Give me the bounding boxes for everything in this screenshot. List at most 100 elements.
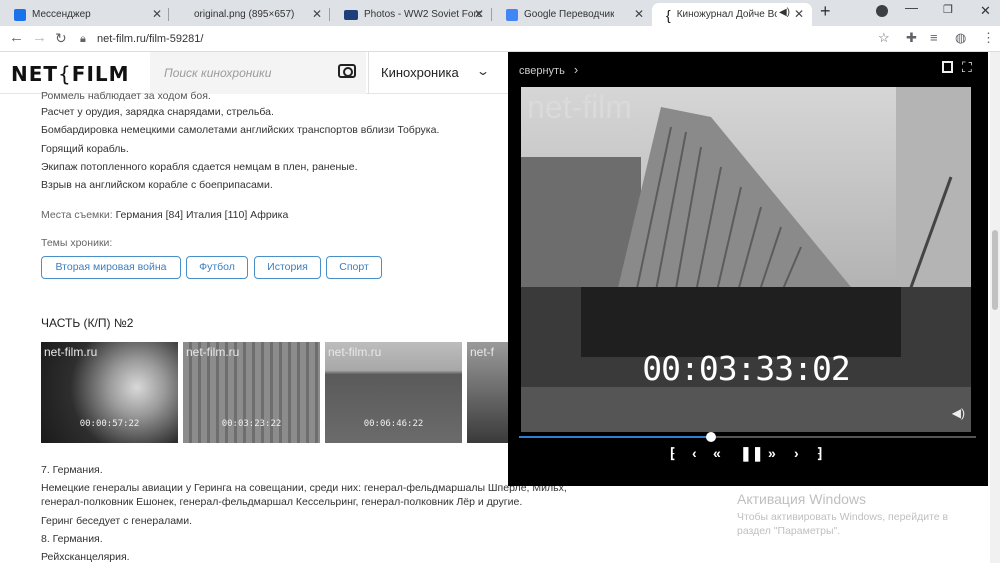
- theme-tag-history[interactable]: История: [254, 256, 321, 279]
- description-line: 8. Германия.: [41, 533, 103, 545]
- tab-newsreel[interactable]: { Киножурнал Дойче Вохенш ◀) ✕: [652, 3, 812, 26]
- netfilm-favicon-icon: {: [666, 6, 671, 23]
- extensions-puzzle-icon[interactable]: ✚: [906, 31, 917, 45]
- logo-brace: {: [58, 62, 72, 86]
- activation-line: раздел "Параметры".: [737, 525, 841, 537]
- address-bar[interactable]: net-film.ru/film-59281/: [97, 29, 917, 49]
- thumbnail-3[interactable]: net-film.ru 00:06:46:22: [325, 342, 462, 443]
- collapse-player-button[interactable]: свернуть ›: [519, 62, 578, 77]
- thumbnail-strip: net-film.ru 00:00:57:22 net-film.ru 00:0…: [41, 342, 511, 443]
- fullscreen-icon[interactable]: ⛶: [962, 59, 972, 76]
- description-line: Бомбардировка немецкими самолетами англи…: [41, 124, 440, 136]
- tab-title: original.png (895×657): [194, 9, 295, 20]
- category-select[interactable]: Кинохроника ⌄: [368, 52, 498, 94]
- description-line: Рейхсканцелярия.: [41, 551, 130, 563]
- activation-line: Чтобы активировать Windows, перейдите в: [737, 511, 949, 523]
- progress-bar[interactable]: [519, 432, 976, 442]
- profile-avatar-icon[interactable]: ◍: [955, 31, 966, 45]
- category-select-value: Кинохроника: [381, 65, 459, 80]
- chrome-menu-dropdown-icon[interactable]: [876, 5, 888, 17]
- description-line: 7. Германия.: [41, 464, 103, 476]
- tab-close-icon[interactable]: ✕: [634, 7, 644, 21]
- tab-google-translate[interactable]: Google Переводчик ✕: [492, 3, 652, 26]
- part-title: ЧАСТЬ (К/П) №2: [41, 316, 134, 330]
- new-tab-plus-icon[interactable]: +: [820, 1, 831, 22]
- mini-player-icon[interactable]: [942, 61, 953, 73]
- thumbnail-timecode: 00:00:57:22: [79, 419, 140, 429]
- browser-toolbar: ← → ↻ 🔒︎ net-film.ru/film-59281/ ☆ ✚ ≡ ◍…: [0, 26, 1000, 52]
- video-player: свернуть › ⛶ net-film 00:03:33:02 ◀) ⁅ ‹…: [508, 52, 988, 486]
- theme-tag-ww2[interactable]: Вторая мировая война: [41, 256, 181, 279]
- description-line: Расчет у орудия, зарядка снарядами, стре…: [41, 106, 274, 118]
- tab-original-png[interactable]: original.png (895×657) ✕: [170, 3, 330, 26]
- description-line: Горящий корабль.: [41, 143, 129, 155]
- go-to-start-icon[interactable]: ⁅: [670, 445, 675, 462]
- tab-close-icon[interactable]: ✕: [794, 7, 804, 21]
- scrollbar-thumb[interactable]: [992, 230, 998, 310]
- logo-text-left: NET: [11, 62, 59, 86]
- tab-title: Google Переводчик: [524, 9, 615, 20]
- thumbnail-1[interactable]: net-film.ru 00:00:57:22: [41, 342, 178, 443]
- restore-window-icon[interactable]: ❐: [943, 3, 953, 16]
- windows-activation-notice: Активация Windows Чтобы активировать Win…: [737, 491, 948, 538]
- theme-tag-sport[interactable]: Спорт: [326, 256, 382, 279]
- description-line: Взрыв на английском корабле с боеприпаса…: [41, 179, 273, 191]
- activation-title: Активация Windows: [737, 491, 867, 507]
- theme-tags: Вторая мировая война Футбол История Спор…: [41, 256, 501, 280]
- pause-icon[interactable]: ❚❚: [740, 445, 763, 462]
- more-menu-icon[interactable]: ⋮: [982, 31, 995, 45]
- rewind-icon[interactable]: «: [713, 445, 721, 461]
- collapse-label: свернуть: [519, 65, 565, 77]
- bookmark-star-icon[interactable]: ☆: [878, 31, 890, 45]
- tab-messenger[interactable]: Мессенджер ✕: [0, 3, 170, 26]
- camera-search-icon[interactable]: [338, 64, 356, 78]
- tab-title: Photos - WW2 Soviet Forces: [364, 9, 482, 20]
- net-film-logo[interactable]: NET{FILM: [11, 62, 130, 86]
- places-links[interactable]: Германия [84] Италия [110] Африка: [116, 209, 289, 221]
- thumbnail-watermark: net-film.ru: [44, 345, 98, 359]
- description-line: генерал-полковник Ешонек, генерал-фельдм…: [41, 496, 523, 508]
- progress-handle[interactable]: [705, 432, 716, 442]
- tab-close-icon[interactable]: ✕: [152, 7, 162, 21]
- video-frame[interactable]: net-film 00:03:33:02 ◀): [521, 87, 971, 432]
- progress-fill: [519, 436, 711, 438]
- description-line: Геринг беседует с генералами.: [41, 515, 193, 527]
- video-watermark: net-film: [527, 89, 632, 125]
- fast-forward-icon[interactable]: »: [768, 445, 776, 461]
- volume-icon[interactable]: ◀): [952, 406, 965, 420]
- search-box[interactable]: Поиск кинохроники: [150, 52, 366, 94]
- search-input[interactable]: Поиск кинохроники: [164, 66, 271, 80]
- chevron-right-icon: ›: [573, 62, 579, 77]
- close-window-icon[interactable]: ✕: [980, 3, 991, 19]
- tab-title: Киножурнал Дойче Вохенш: [676, 9, 777, 20]
- audio-playing-icon[interactable]: ◀): [779, 7, 790, 18]
- chevron-down-icon: ⌄: [475, 64, 491, 78]
- tab-ww2-photos[interactable]: Photos - WW2 Soviet Forces ✕: [330, 3, 492, 26]
- messenger-favicon-icon: [14, 8, 26, 21]
- back-arrow-icon[interactable]: ←: [9, 30, 24, 46]
- tab-close-icon[interactable]: ✕: [312, 7, 322, 21]
- forward-arrow-icon[interactable]: →: [32, 30, 47, 46]
- reload-icon[interactable]: ↻: [55, 30, 67, 46]
- next-frame-icon[interactable]: ›: [794, 445, 799, 461]
- logo-text-right: FILM: [71, 62, 130, 86]
- theme-tag-football[interactable]: Футбол: [186, 256, 248, 279]
- thumbnail-2[interactable]: net-film.ru 00:03:23:22: [183, 342, 320, 443]
- thumbnail-watermark: net-film.ru: [328, 345, 382, 359]
- themes-label: Темы хроники:: [41, 237, 113, 249]
- lock-icon[interactable]: 🔒︎: [80, 32, 86, 46]
- description-line: Роммель наблюдает за ходом боя.: [41, 90, 211, 102]
- thumbnail-watermark: net-film.ru: [186, 345, 240, 359]
- page-scrollbar[interactable]: [990, 52, 1000, 563]
- thumbnail-4[interactable]: net-f: [467, 342, 511, 443]
- thumbnail-watermark: net-f: [470, 345, 495, 359]
- minimize-icon[interactable]: —: [905, 0, 918, 15]
- google-translate-favicon-icon: [506, 8, 518, 21]
- reading-list-icon[interactable]: ≡: [930, 31, 938, 45]
- photos-favicon-icon: [344, 9, 358, 20]
- prev-frame-icon[interactable]: ‹: [692, 445, 697, 461]
- site-header: NET{FILM Поиск кинохроники Кинохроника ⌄: [0, 52, 508, 94]
- film-description: Роммель наблюдает за ходом боя. Расчет у…: [41, 90, 567, 565]
- tab-close-icon[interactable]: ✕: [474, 7, 484, 21]
- go-to-end-icon[interactable]: ⁆: [817, 445, 822, 462]
